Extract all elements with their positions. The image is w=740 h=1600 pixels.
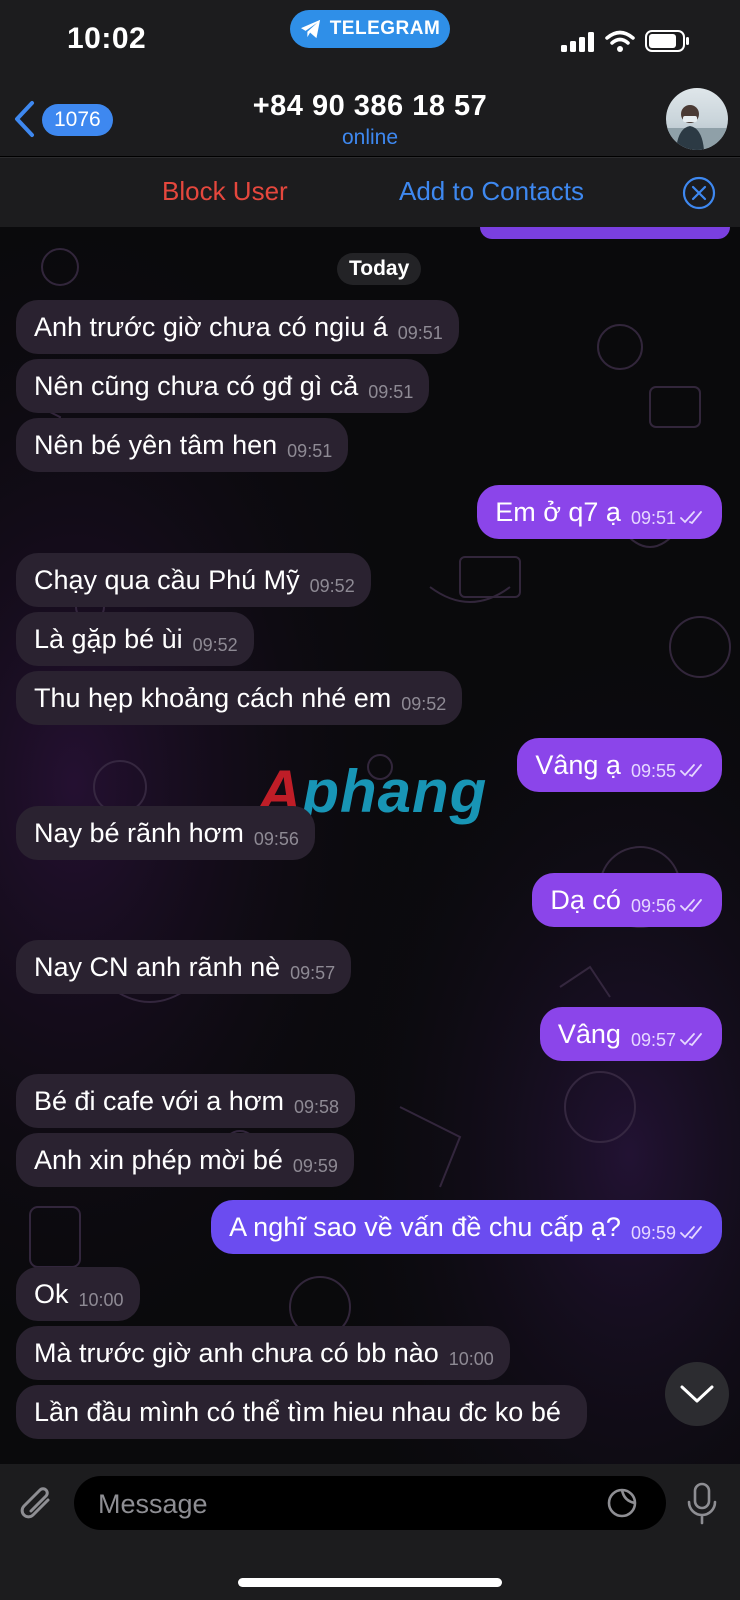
read-checks-icon	[680, 764, 702, 778]
close-circle-icon[interactable]	[682, 176, 716, 210]
message-text: Dạ có	[550, 884, 621, 915]
message-text: Nên cũng chưa có gđ gì cả	[34, 370, 359, 401]
mic-icon[interactable]	[686, 1482, 718, 1526]
message-time: 09:57	[290, 962, 336, 983]
message-time: 10:00	[78, 1289, 124, 1310]
message-text: Chạy qua cầu Phú Mỹ	[34, 564, 300, 595]
date-separator: Today	[337, 253, 422, 285]
message-time: 09:51	[368, 381, 414, 402]
message-outgoing[interactable]: Dạ có 09:56	[532, 873, 722, 927]
message-text: Nay bé rãnh hơm	[34, 817, 244, 848]
read-checks-icon	[680, 511, 702, 525]
message-incoming[interactable]: Nay bé rãnh hơm 09:56	[16, 806, 315, 860]
attach-icon[interactable]	[18, 1484, 56, 1526]
message-incoming[interactable]: Nay CN anh rãnh nè 09:57	[16, 940, 352, 994]
message-time: 09:51	[630, 507, 676, 528]
signal-icon	[561, 32, 594, 52]
read-checks-icon	[680, 899, 702, 913]
contact-title[interactable]: +84 90 386 18 57	[0, 90, 740, 123]
message-time: 09:58	[294, 1096, 340, 1117]
status-bar: 10:02 TELEGRAM	[0, 0, 740, 80]
message-incoming[interactable]: Bé đi cafe với a hơm 09:58	[16, 1074, 356, 1128]
message-text: Em ở q7 ạ	[495, 496, 621, 527]
message-incoming[interactable]: Thu hẹp khoảng cách nhé em 09:52	[16, 671, 463, 725]
message-text: Bé đi cafe với a hơm	[34, 1085, 285, 1116]
message-incoming[interactable]: Anh trước giờ chưa có ngiu á 09:51	[16, 300, 459, 354]
avatar[interactable]	[666, 88, 728, 150]
message-text: Ok	[34, 1278, 69, 1309]
message-incoming[interactable]: Mà trước giờ anh chưa có bb nào 10:00	[16, 1326, 510, 1380]
message-incoming[interactable]: Chạy qua cầu Phú Mỹ 09:52	[16, 553, 371, 607]
message-outgoing[interactable]: Vâng 09:57	[539, 1007, 722, 1061]
message-time: 10:00	[448, 1348, 494, 1369]
message-incoming[interactable]: Nên cũng chưa có gđ gì cả 09:51	[16, 359, 430, 413]
message-text: Anh trước giờ chưa có ngiu á	[34, 311, 388, 342]
add-to-contacts-button[interactable]: Add to Contacts	[399, 176, 584, 207]
telegram-icon	[300, 19, 320, 39]
wifi-icon	[605, 30, 635, 52]
message-text: Vâng ạ	[535, 749, 621, 780]
message-text: Thu hẹp khoảng cách nhé em	[34, 682, 392, 713]
message-outgoing[interactable]: Vâng ạ 09:55	[517, 738, 722, 792]
message-time: 09:51	[397, 322, 443, 343]
message-field[interactable]	[74, 1476, 666, 1532]
message-time: 09:57	[630, 1029, 676, 1050]
message-time: 09:59	[292, 1155, 338, 1176]
chat-header: 1076 +84 90 386 18 57 online	[0, 80, 740, 156]
telegram-pill[interactable]: TELEGRAM	[290, 10, 450, 48]
message-text: Vâng	[557, 1018, 621, 1049]
message-time: 09:51	[287, 440, 333, 461]
message-incoming[interactable]: Lần đầu mình có thể tìm hieu nhau đc ko …	[16, 1385, 587, 1439]
message-incoming[interactable]: Nên bé yên tâm hen 09:51	[16, 418, 349, 472]
message-incoming[interactable]: Ok 10:00	[16, 1267, 140, 1321]
message-time: 09:56	[630, 895, 676, 916]
scroll-down-button[interactable]	[665, 1362, 729, 1426]
message-text: Nay CN anh rãnh nè	[34, 951, 281, 982]
contact-actions-bar: Block User Add to Contacts	[0, 157, 740, 228]
message-time: 09:52	[192, 634, 238, 655]
home-indicator	[238, 1578, 502, 1587]
message-text: Là gặp bé ùi	[34, 623, 183, 654]
scroll-down-icon	[680, 1385, 714, 1403]
contact-status: online	[341, 126, 399, 149]
message-time: 09:52	[401, 693, 447, 714]
message-time: 09:56	[253, 828, 299, 849]
read-checks-icon	[680, 1226, 702, 1240]
message-text: Lần đầu mình có thể tìm hieu nhau đc ko …	[34, 1396, 561, 1427]
message-text: A nghĩ sao về vấn đề chu cấp ạ?	[229, 1211, 621, 1242]
message-text: Anh xin phép mời bé	[34, 1144, 283, 1175]
chat-area[interactable]: Today Anh trước giờ chưa có ngiu á 09:51…	[0, 227, 740, 1464]
message-incoming[interactable]: Anh xin phép mời bé 09:59	[16, 1133, 354, 1187]
message-outgoing[interactable]: Em ở q7 ạ 09:51	[477, 485, 722, 539]
previous-message-tail	[480, 227, 730, 239]
message-incoming[interactable]: Là gặp bé ùi 09:52	[16, 612, 254, 666]
block-user-button[interactable]: Block User	[162, 176, 288, 207]
message-input[interactable]	[96, 1476, 580, 1532]
read-checks-icon	[680, 1033, 702, 1047]
battery-icon	[645, 30, 689, 52]
message-outgoing[interactable]: A nghĩ sao về vấn đề chu cấp ạ? 09:59	[211, 1200, 722, 1254]
sticker-icon[interactable]	[606, 1487, 638, 1519]
message-time: 09:59	[630, 1222, 676, 1243]
app-pill-label: TELEGRAM	[329, 18, 441, 39]
message-text: Mà trước giờ anh chưa có bb nào	[34, 1337, 439, 1368]
message-time: 09:55	[630, 760, 676, 781]
message-text: Nên bé yên tâm hen	[34, 429, 278, 460]
clock: 10:02	[67, 22, 147, 55]
message-time: 09:52	[309, 575, 355, 596]
